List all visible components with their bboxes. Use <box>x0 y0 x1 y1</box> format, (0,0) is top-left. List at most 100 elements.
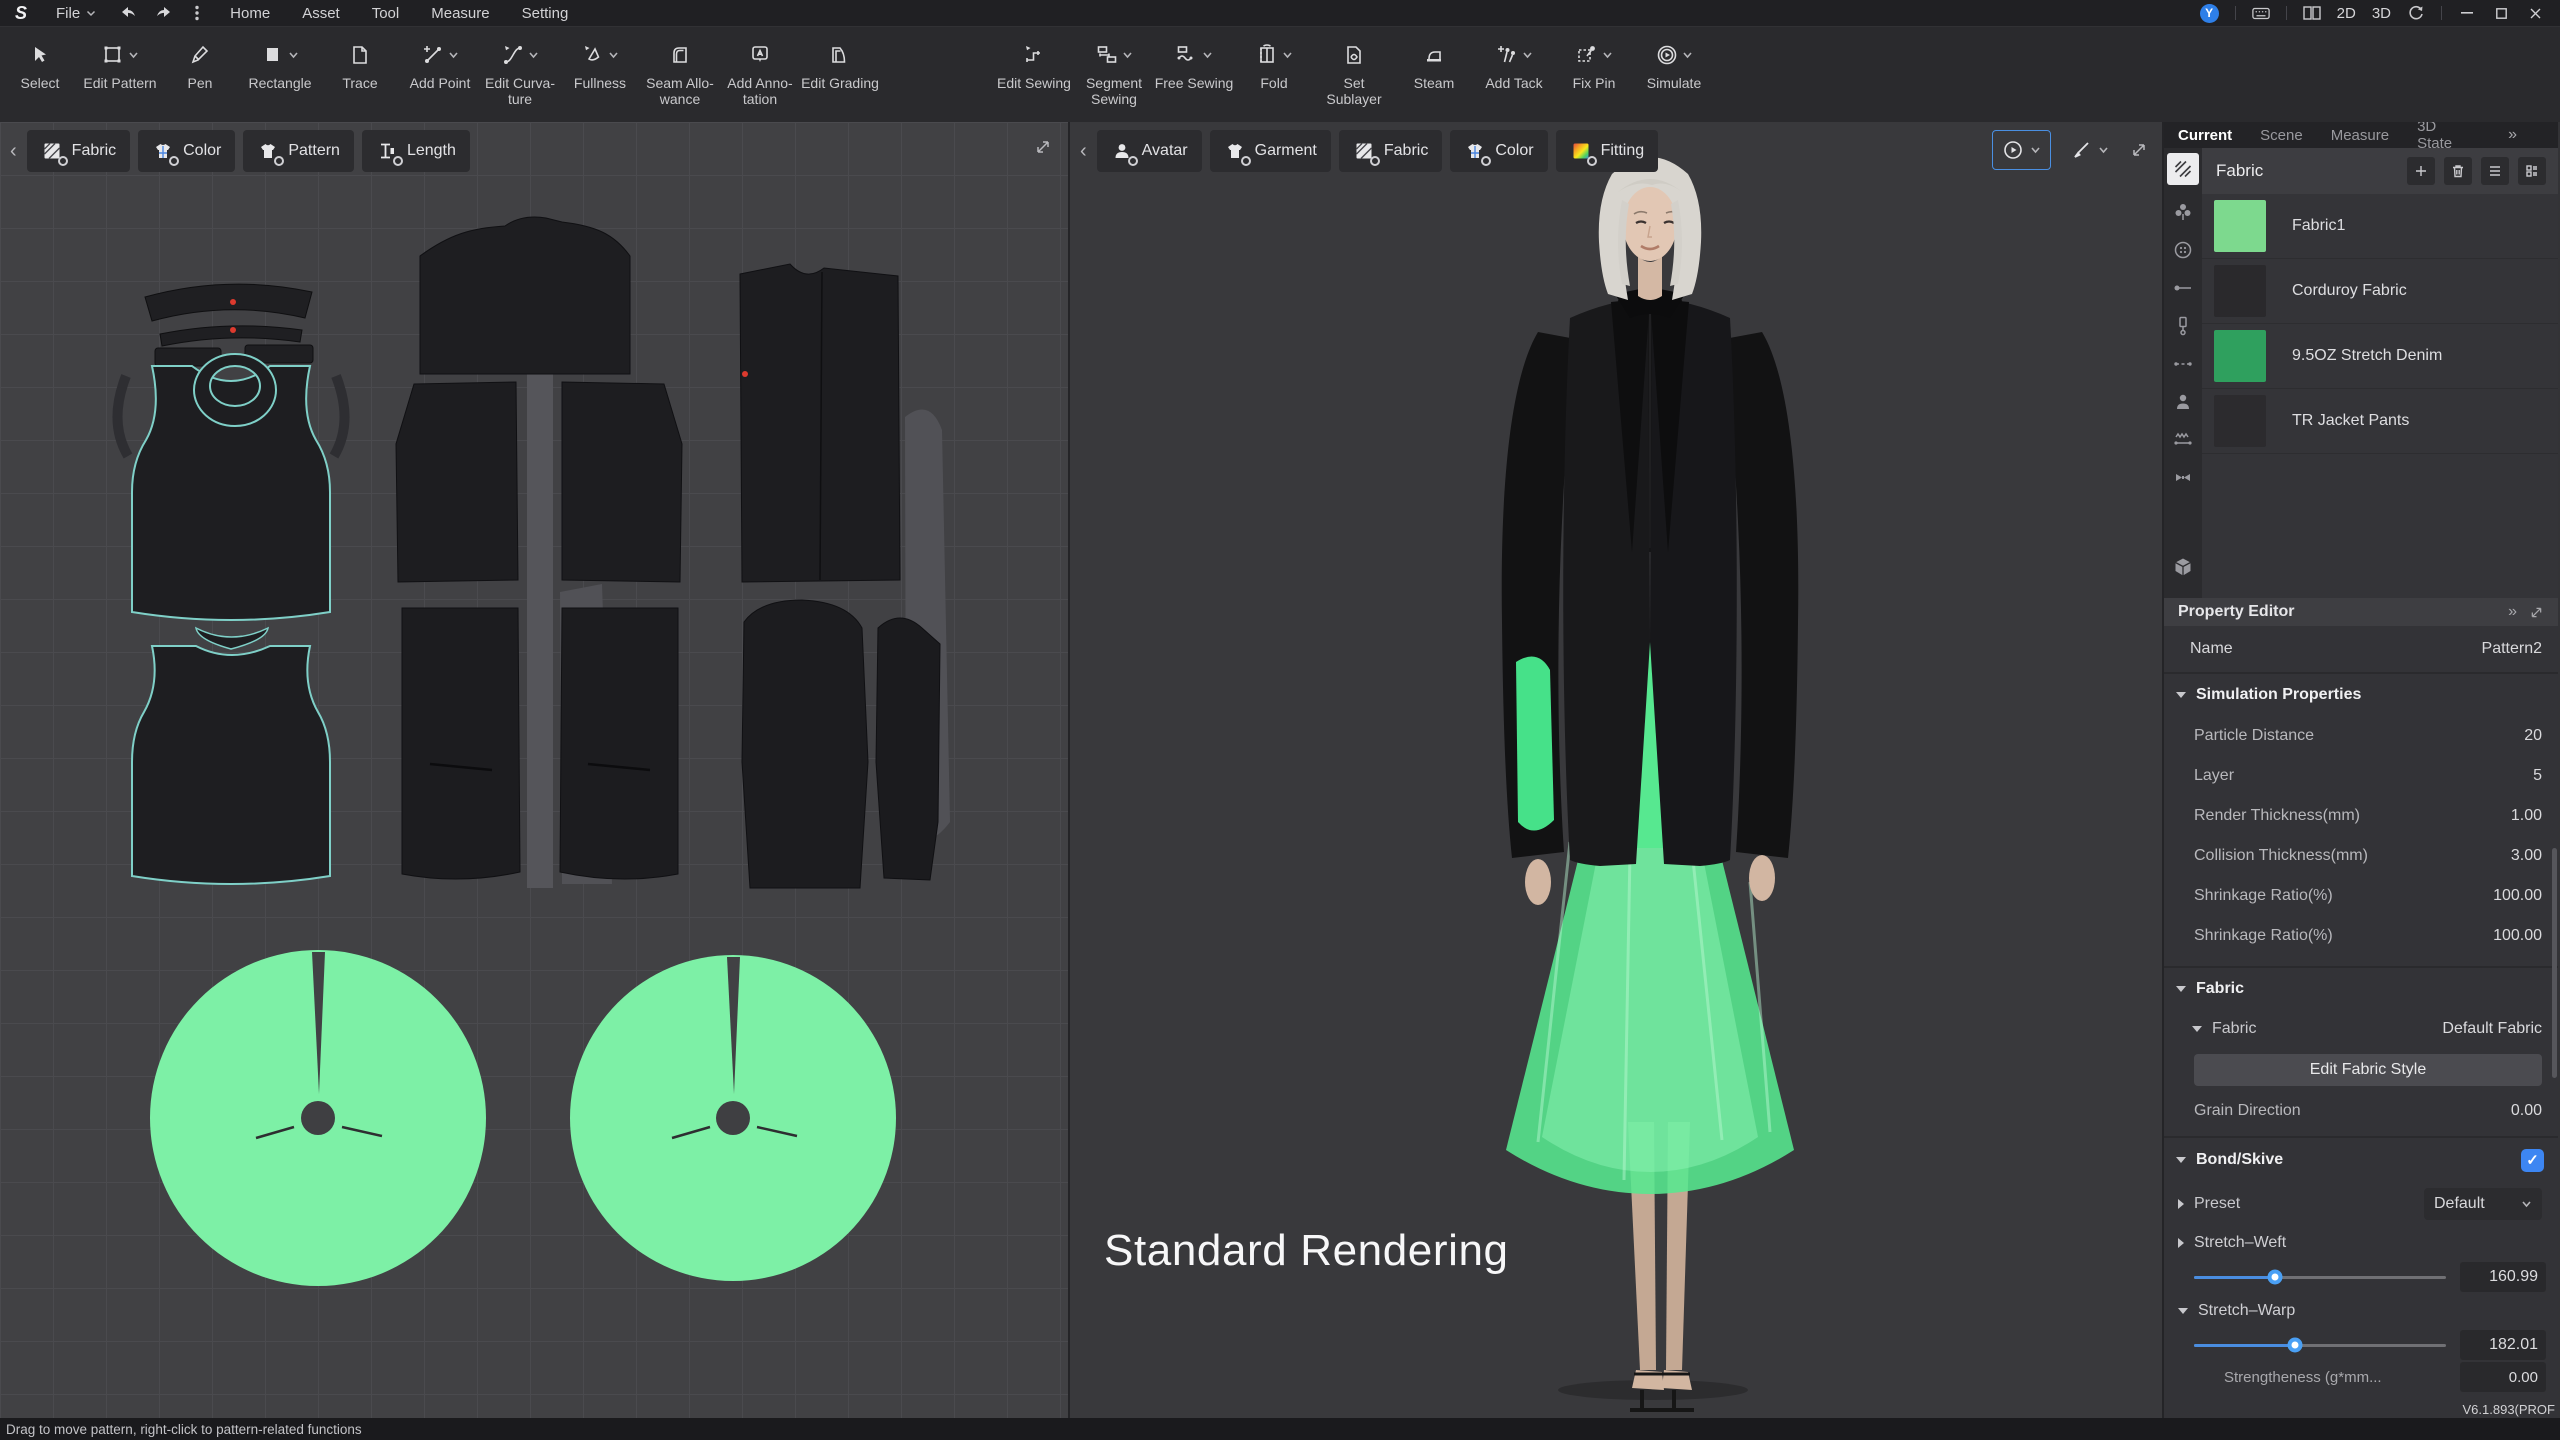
tool-set-sublayer[interactable]: Set Sublayer <box>1314 39 1394 107</box>
pattern-piece-sleeve[interactable] <box>741 599 869 889</box>
minimize-button[interactable] <box>2458 4 2476 22</box>
tab-3d-fitting[interactable]: Fitting <box>1555 130 1659 172</box>
preset-dropdown[interactable]: Default <box>2424 1188 2542 1220</box>
split-view-icon[interactable] <box>2302 4 2321 22</box>
property-value[interactable]: 100.00 <box>2493 887 2542 905</box>
tool-steam[interactable]: Steam <box>1394 39 1474 92</box>
circle-skirt-panel[interactable] <box>150 950 486 1286</box>
bond-skive-checkbox[interactable]: ✓ <box>2521 1148 2544 1172</box>
tool-fold[interactable]: Fold <box>1234 39 1314 92</box>
render-mode-button[interactable] <box>1992 130 2051 170</box>
category-3d-cube-icon[interactable] <box>2164 548 2202 586</box>
slider-handle[interactable] <box>2267 1269 2283 1285</box>
expand-3d-icon[interactable] <box>2130 141 2148 159</box>
brush-tool-button[interactable] <box>2063 131 2118 169</box>
menu-measure[interactable]: Measure <box>415 0 505 26</box>
add-fabric-button[interactable] <box>2407 157 2435 185</box>
property-value[interactable]: 1.00 <box>2511 807 2542 825</box>
scrollbar-thumb[interactable] <box>2552 848 2557 1078</box>
collapse-panel-icon[interactable]: » <box>2508 603 2517 621</box>
fabric-list-item[interactable]: TR Jacket Pants <box>2202 389 2558 454</box>
circle-skirt-panel[interactable] <box>570 955 896 1281</box>
pattern-piece-jacket-panel[interactable] <box>559 607 679 880</box>
tool-rectangle[interactable]: Rectangle <box>240 39 320 92</box>
stretch-weft-label-row[interactable]: Stretch–Weft <box>2164 1226 2558 1260</box>
category-button-icon[interactable] <box>2164 231 2202 269</box>
stretch-warp-value[interactable]: 182.01 <box>2460 1330 2546 1360</box>
pattern-pieces-canvas[interactable] <box>0 122 1070 1418</box>
pattern-piece-facing[interactable] <box>112 374 133 459</box>
category-topstitch-icon[interactable] <box>2164 345 2202 383</box>
tab-3d-avatar[interactable]: Avatar <box>1096 130 1202 172</box>
stretch-weft-slider[interactable] <box>2194 1269 2446 1285</box>
tool-edit-grading[interactable]: Edit Grading <box>800 39 880 92</box>
tool-edit-pattern[interactable]: Edit Pattern <box>80 39 160 92</box>
tool-fullness[interactable]: Fullness <box>560 39 640 92</box>
maximize-button[interactable] <box>2492 4 2510 22</box>
avatar-figure[interactable] <box>1070 122 2164 1418</box>
pattern-piece-vest-back[interactable] <box>131 645 331 885</box>
pattern-piece-vest-front[interactable] <box>131 365 331 621</box>
fabric-list-item[interactable]: 9.5OZ Stretch Denim <box>2202 324 2558 389</box>
category-trim-icon[interactable] <box>2164 193 2202 231</box>
strengtheness-value[interactable]: 0.00 <box>2460 1362 2546 1392</box>
stretch-warp-slider[interactable] <box>2194 1337 2446 1353</box>
menu-file[interactable]: File <box>40 0 112 26</box>
tool-add-annotation[interactable]: Add Anno-tation <box>720 39 800 107</box>
property-value[interactable]: 20 <box>2524 727 2542 745</box>
expand-panel-icon[interactable] <box>2557 128 2558 143</box>
pattern-piece-sleeve[interactable] <box>875 617 941 881</box>
pattern-2d-viewport[interactable]: ‹ Fabric Color Pattern Length <box>0 122 1070 1418</box>
detail-view-icon[interactable] <box>2518 157 2546 185</box>
tool-segment-sewing[interactable]: Segment Sewing <box>1074 39 1154 107</box>
avatar-skirt[interactable] <box>1506 803 1794 1194</box>
category-zipper-icon[interactable] <box>2164 307 2202 345</box>
category-band-icon[interactable] <box>2164 459 2202 497</box>
property-value[interactable]: 100.00 <box>2493 927 2542 945</box>
stretch-weft-value[interactable]: 160.99 <box>2460 1262 2546 1292</box>
collapse-left-icon[interactable]: ‹ <box>1080 141 1087 161</box>
tool-free-sewing[interactable]: Free Sewing <box>1154 39 1234 92</box>
tool-simulate[interactable]: Simulate <box>1634 39 1714 92</box>
tab-current[interactable]: Current <box>2178 127 2232 144</box>
redo-icon[interactable] <box>150 0 176 26</box>
pattern-piece-jacket-panel[interactable] <box>401 607 521 880</box>
tab-measure[interactable]: Measure <box>2331 127 2389 144</box>
tool-add-point[interactable]: Add Point <box>400 39 480 92</box>
viewport-3d[interactable]: ‹ Avatar Garment Fabric Color Fitting St… <box>1070 122 2164 1418</box>
fabric-list-item[interactable]: Fabric1 <box>2202 194 2558 259</box>
tab-2d-pattern[interactable]: Pattern <box>243 130 354 172</box>
tab-scene[interactable]: Scene <box>2260 127 2303 144</box>
category-avatar-icon[interactable] <box>2164 383 2202 421</box>
section-bond-skive[interactable]: Bond/Skive ✓ <box>2164 1138 2558 1182</box>
tab-2d-length[interactable]: Length <box>361 130 470 172</box>
property-value[interactable]: 3.00 <box>2511 847 2542 865</box>
pattern-piece-jacket-yoke[interactable] <box>419 216 631 375</box>
tool-edit-curvature[interactable]: Edit Curva-ture <box>480 39 560 107</box>
sync-icon[interactable] <box>2407 4 2425 22</box>
pattern-piece-back-collar[interactable] <box>195 626 269 650</box>
property-value[interactable]: 5 <box>2533 767 2542 785</box>
menu-tool[interactable]: Tool <box>356 0 416 26</box>
delete-fabric-button[interactable] <box>2444 157 2472 185</box>
edit-fabric-style-button[interactable]: Edit Fabric Style <box>2194 1054 2542 1086</box>
tool-seam-allowance[interactable]: Seam Allo-wance <box>640 39 720 107</box>
collapse-panel-icon[interactable]: » <box>2508 126 2517 144</box>
pattern-piece-jacket-panel[interactable] <box>395 381 519 583</box>
expand-panel-icon[interactable] <box>2529 605 2544 620</box>
tab-2d-fabric[interactable]: Fabric <box>26 130 131 172</box>
menu-asset[interactable]: Asset <box>286 0 356 26</box>
pattern-piece-facing[interactable] <box>329 374 350 459</box>
user-avatar[interactable]: Y <box>2199 3 2219 23</box>
expand-2d-icon[interactable] <box>1034 138 1052 156</box>
fabric-value[interactable]: Default Fabric <box>2442 1020 2542 1038</box>
grain-value[interactable]: 0.00 <box>2511 1102 2542 1120</box>
collapse-left-icon[interactable]: ‹ <box>10 141 17 161</box>
pattern-piece-collar-band[interactable] <box>144 283 313 322</box>
name-value[interactable]: Pattern2 <box>2482 640 2542 658</box>
tab-3d-color[interactable]: Color <box>1450 130 1548 172</box>
green-clutch[interactable] <box>1516 656 1554 831</box>
stretch-warp-label-row[interactable]: Stretch–Warp <box>2164 1294 2558 1328</box>
category-fabric-icon[interactable] <box>2167 153 2199 185</box>
tab-2d-color[interactable]: Color <box>138 130 236 172</box>
